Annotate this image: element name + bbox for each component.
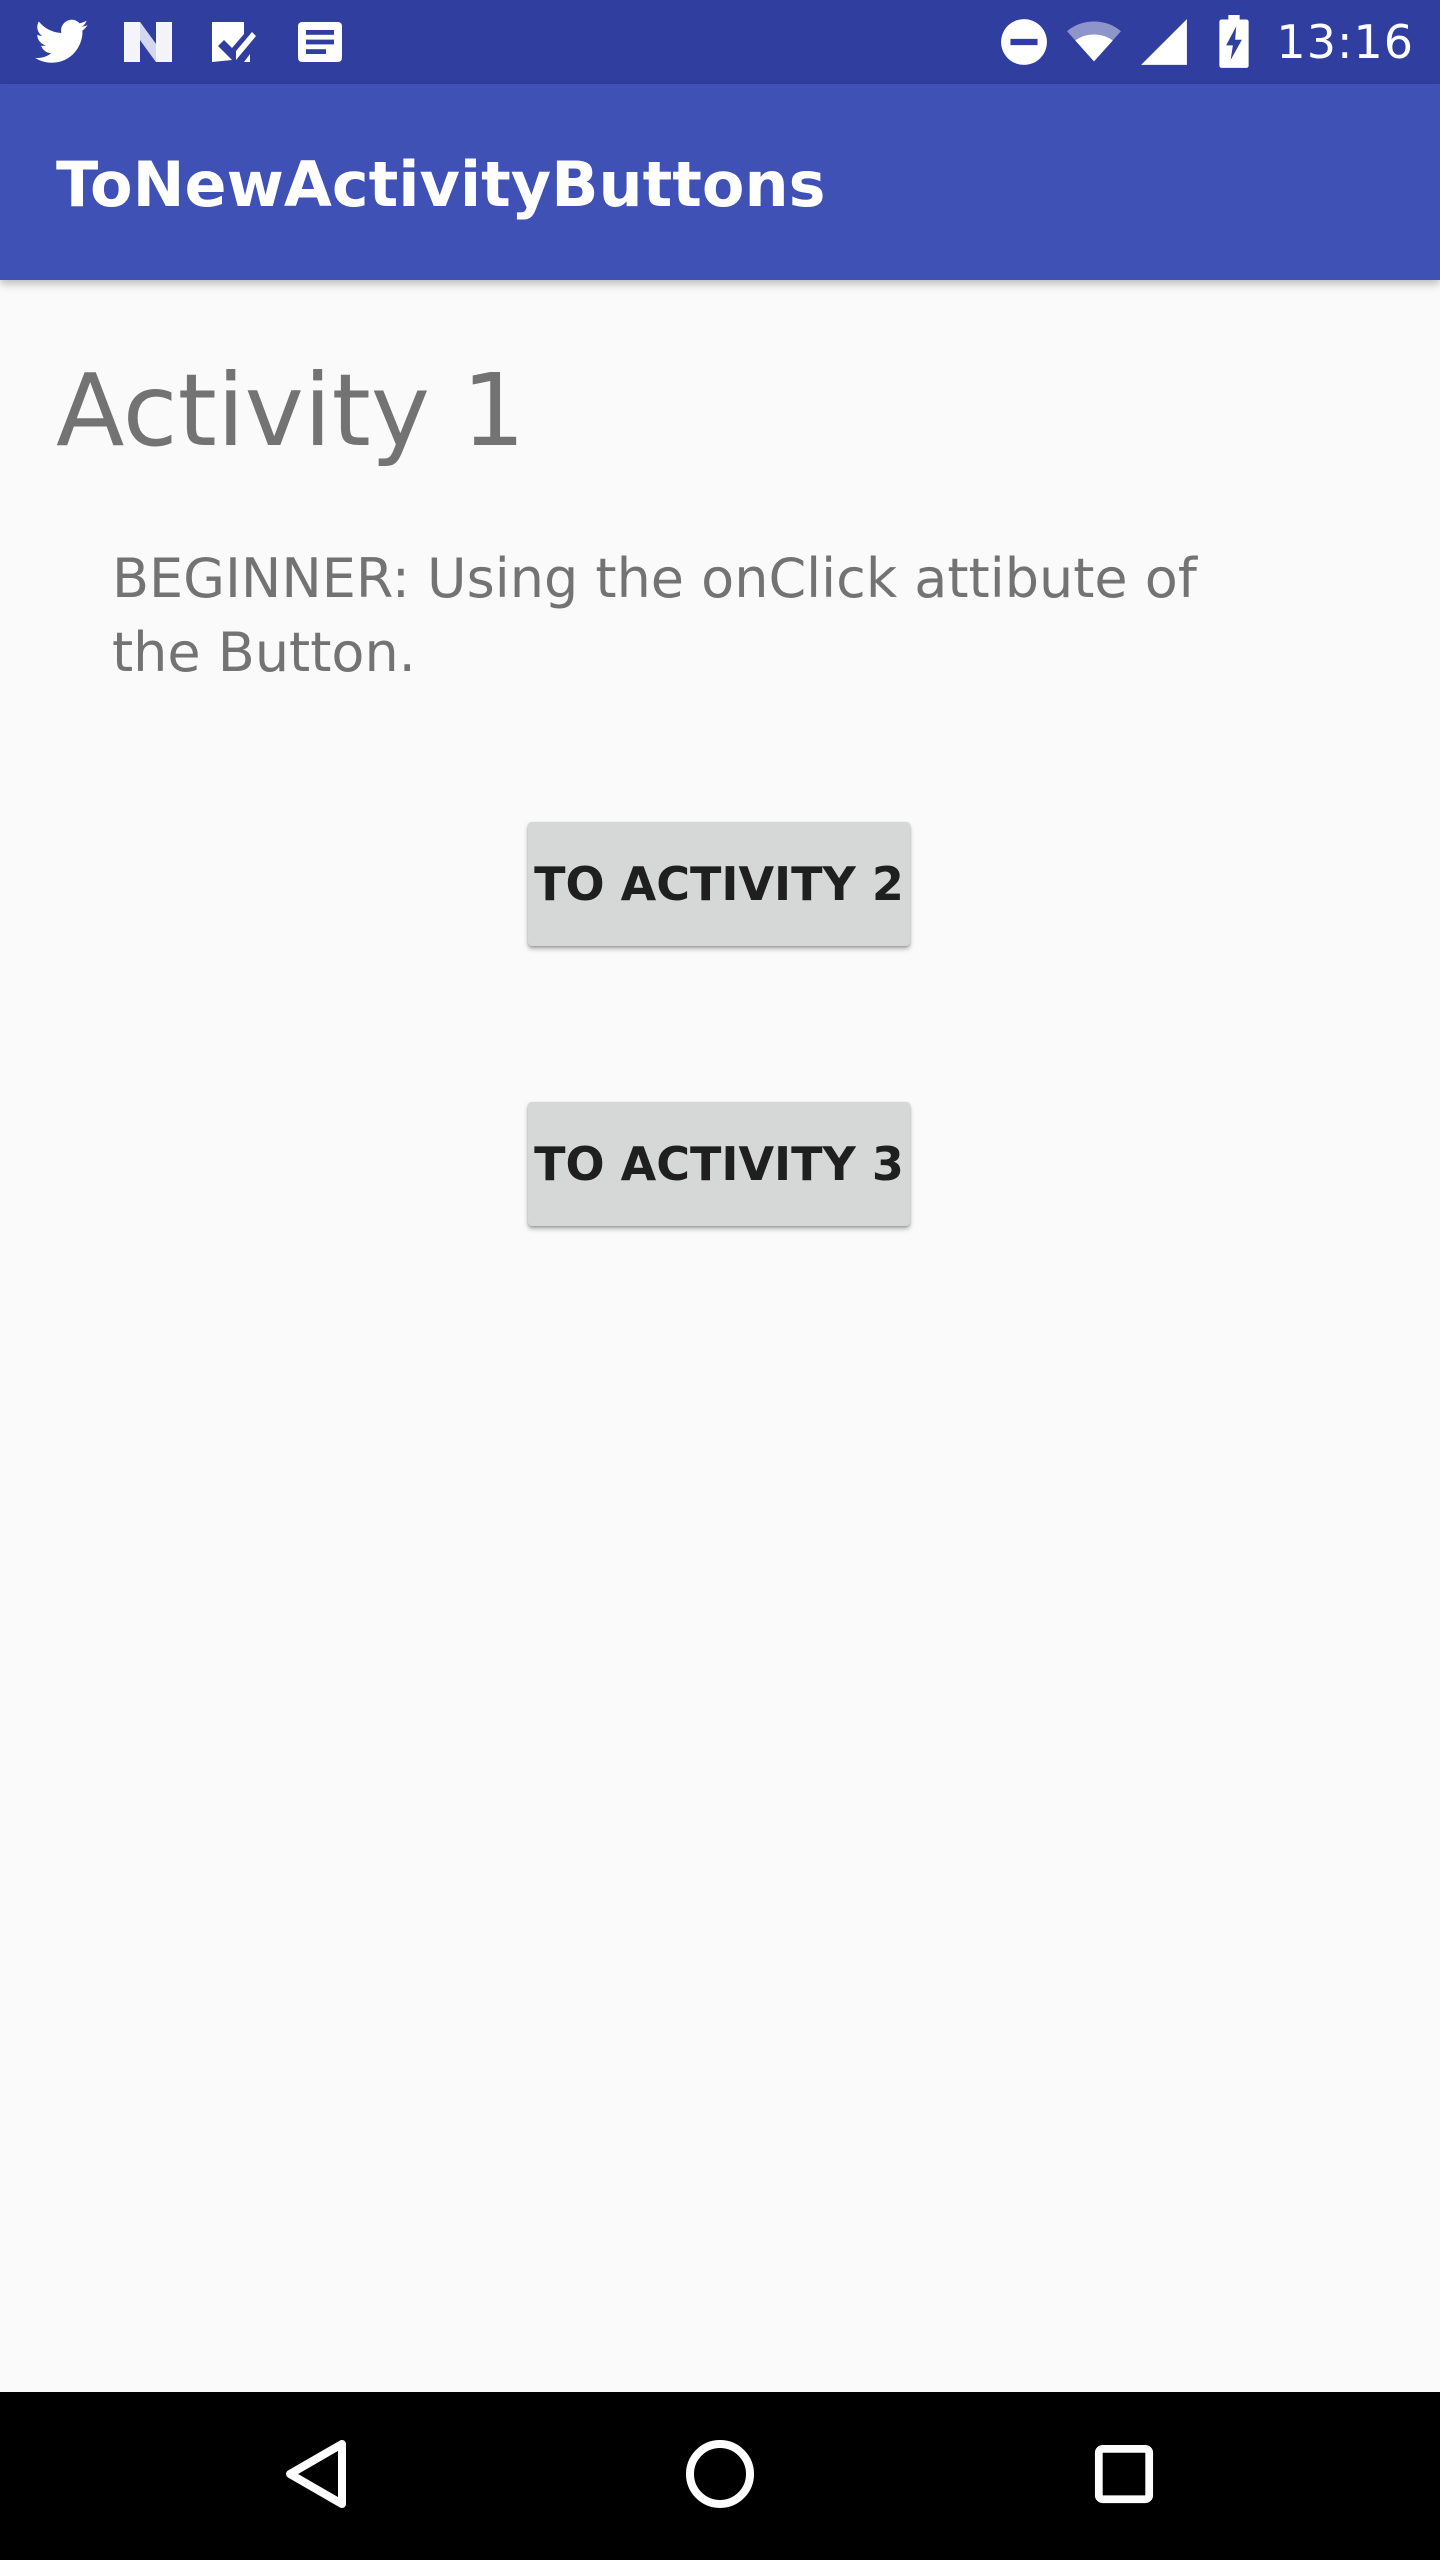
to-activity-3-button[interactable]: TO ACTIVITY 3 xyxy=(528,1102,910,1226)
page-heading: Activity 1 xyxy=(56,352,526,469)
battery-charging-icon xyxy=(1206,14,1262,70)
home-button[interactable] xyxy=(670,2426,770,2526)
to-activity-2-button[interactable]: TO ACTIVITY 2 xyxy=(528,822,910,946)
notification-icons xyxy=(34,14,378,70)
do-not-disturb-icon xyxy=(996,14,1052,70)
news-icon xyxy=(120,14,176,70)
status-bar: 13:16 xyxy=(0,0,1440,84)
system-icons: 13:16 xyxy=(996,14,1414,70)
cellular-signal-icon xyxy=(1136,14,1192,70)
app-title: ToNewActivityButtons xyxy=(56,148,826,221)
recent-apps-icon xyxy=(1093,2443,1155,2509)
screen: 13:16 ToNewActivityButtons Activity 1 BE… xyxy=(0,0,1440,2560)
recent-apps-button[interactable] xyxy=(1074,2426,1174,2526)
home-icon xyxy=(684,2438,756,2514)
main-content: Activity 1 BEGINNER: Using the onClick a… xyxy=(0,280,1440,2392)
status-time: 13:16 xyxy=(1276,15,1414,69)
back-button[interactable] xyxy=(266,2426,366,2526)
description-text: BEGINNER: Using the onClick attibute of … xyxy=(112,547,1197,684)
message-icon xyxy=(292,14,348,70)
back-icon xyxy=(282,2438,350,2514)
twitter-icon xyxy=(34,14,90,70)
navigation-bar xyxy=(0,2392,1440,2560)
app-bar: ToNewActivityButtons xyxy=(0,84,1440,280)
checklist-icon xyxy=(206,14,262,70)
wifi-icon xyxy=(1066,14,1122,70)
